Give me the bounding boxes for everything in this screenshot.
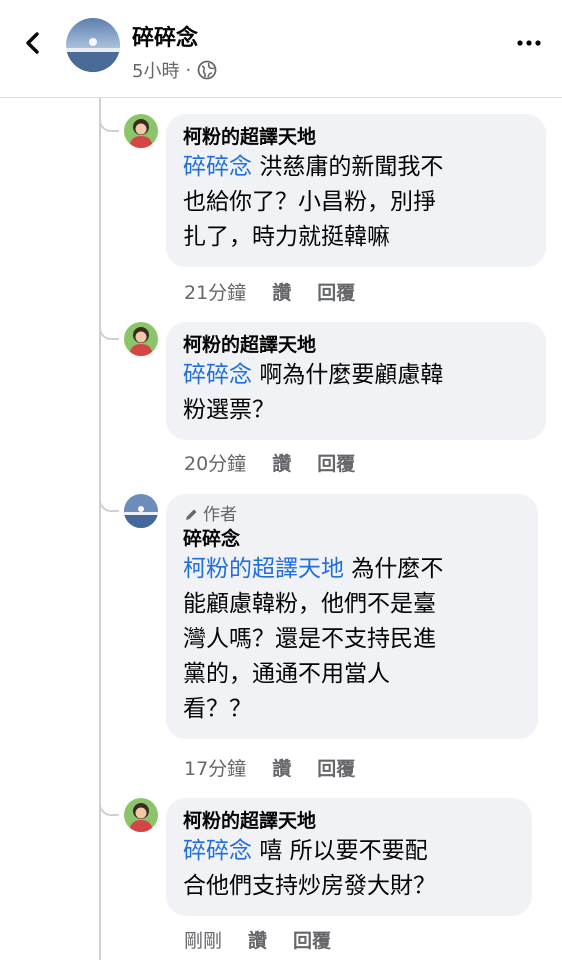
comment-text-line: 黨的，通通不用當人: [183, 661, 390, 687]
like-button[interactable]: 讚: [272, 754, 291, 781]
comment-text: 碎碎念 嘻 所以要不要配 合他們支持炒房發大財？: [183, 834, 516, 904]
comment-author[interactable]: 碎碎念: [183, 526, 522, 552]
comment-time[interactable]: 20分鐘: [184, 449, 246, 476]
comment-author[interactable]: 柯粉的超譯天地: [183, 332, 530, 358]
globe-icon: [197, 60, 217, 80]
comment-bubble: 作者 碎碎念 柯粉的超譯天地 為什麼不 能顧慮韓粉，他們不是臺 灣人嗎？還是不支…: [166, 494, 538, 739]
comment-text: 碎碎念 洪慈庸的新聞我不 也給你了？小昌粉，別掙 扎了，時力就挺韓嘛: [183, 150, 530, 255]
comment-text-line: 能顧慮韓粉，他們不是臺: [183, 591, 436, 617]
thread-branch: [99, 114, 119, 132]
back-button[interactable]: [18, 28, 48, 58]
comment-actions: 20分鐘 讚 回覆: [184, 449, 355, 476]
reply-button[interactable]: 回覆: [317, 754, 355, 781]
author-avatar[interactable]: [124, 494, 158, 528]
thread-branch: [99, 494, 119, 512]
comment-actions: 21分鐘 讚 回覆: [184, 278, 355, 305]
more-horizontal-icon: [517, 40, 541, 46]
comment-author[interactable]: 柯粉的超譯天地: [183, 124, 530, 150]
commenter-avatar[interactable]: [124, 114, 158, 148]
comment-bubble: 柯粉的超譯天地 碎碎念 嘻 所以要不要配 合他們支持炒房發大財？: [166, 798, 532, 916]
pencil-icon: [186, 509, 197, 520]
comment-text-line: 看？？: [183, 696, 252, 722]
comment-text-line: 合他們支持炒房發大財？: [183, 873, 436, 899]
comment-text-line: 啊為什麼要顧慮韓: [259, 362, 444, 388]
like-button[interactable]: 讚: [248, 926, 267, 953]
comment-text: 柯粉的超譯天地 為什麼不 能顧慮韓粉，他們不是臺 灣人嗎？還是不支持民進 黨的，…: [183, 552, 522, 727]
post-header: 碎碎念 5小時 ·: [0, 0, 562, 98]
mention-link[interactable]: 碎碎念: [183, 154, 252, 180]
reply-button[interactable]: 回覆: [293, 926, 331, 953]
reply-button[interactable]: 回覆: [317, 449, 355, 476]
comment-text: 碎碎念 啊為什麼要顧慮韓 粉選票？: [183, 358, 530, 428]
author-badge-label: 作者: [203, 505, 237, 525]
post-meta: 5小時 ·: [132, 57, 217, 83]
mention-link[interactable]: 碎碎念: [183, 362, 252, 388]
comment-bubble: 柯粉的超譯天地 碎碎念 啊為什麼要顧慮韓 粉選票？: [166, 322, 546, 440]
like-button[interactable]: 讚: [272, 449, 291, 476]
comment-text-line: 粉選票？: [183, 397, 275, 423]
comment-text-line: 為什麼不: [351, 556, 444, 582]
meta-separator: ·: [185, 59, 192, 81]
comment-time[interactable]: 21分鐘: [184, 278, 246, 305]
more-options-button[interactable]: [514, 30, 544, 56]
comment-text-line: 嘻 所以要不要配: [259, 838, 428, 864]
thread-branch: [99, 322, 119, 340]
comment-bubble: 柯粉的超譯天地 碎碎念 洪慈庸的新聞我不 也給你了？小昌粉，別掙 扎了，時力就挺…: [166, 114, 546, 267]
mention-link[interactable]: 碎碎念: [183, 838, 252, 864]
page-name[interactable]: 碎碎念: [132, 20, 198, 52]
commenter-avatar[interactable]: [124, 322, 158, 356]
comment-time[interactable]: 剛剛: [184, 926, 222, 953]
commenter-avatar[interactable]: [124, 798, 158, 832]
comment-text-line: 洪慈庸的新聞我不: [259, 154, 444, 180]
comment-author[interactable]: 柯粉的超譯天地: [183, 808, 516, 834]
mention-link[interactable]: 柯粉的超譯天地: [183, 556, 344, 582]
comment-time[interactable]: 17分鐘: [184, 754, 246, 781]
comment-text-line: 扎了，時力就挺韓嘛: [183, 224, 390, 250]
author-badge: 作者: [183, 504, 522, 526]
comment-text-line: 灣人嗎？還是不支持民進: [183, 626, 436, 652]
thread-line: [99, 98, 101, 960]
chevron-left-icon: [26, 32, 39, 54]
comment-actions: 17分鐘 讚 回覆: [184, 754, 355, 781]
page-avatar[interactable]: [66, 18, 120, 72]
comment-text-line: 也給你了？小昌粉，別掙: [183, 189, 436, 215]
post-time[interactable]: 5小時: [132, 57, 179, 83]
thread-branch: [99, 798, 119, 816]
comment-actions: 剛剛 讚 回覆: [184, 926, 331, 953]
like-button[interactable]: 讚: [272, 278, 291, 305]
reply-button[interactable]: 回覆: [317, 278, 355, 305]
